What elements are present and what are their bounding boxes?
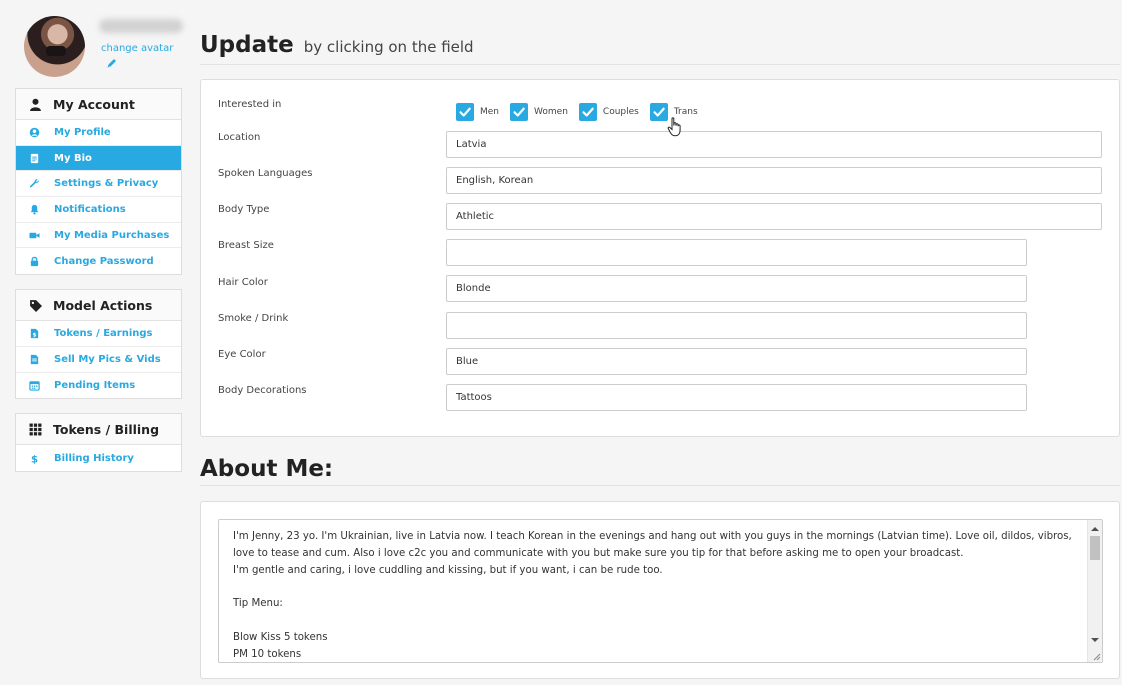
interested-in-checkboxes: Men Women Couples Trans [456,103,709,121]
profile-block: change avatar [15,10,183,88]
sidebar: change avatar My Account My Profile My Bio… [15,10,183,486]
user-icon [28,97,42,111]
spoken-languages-input[interactable] [446,167,1102,194]
body-type-input[interactable] [446,203,1102,230]
pencil-icon[interactable] [106,57,118,69]
divider [200,64,1120,65]
file-icon [29,354,40,365]
menu-group-header: Tokens / Billing [16,414,181,446]
menu-group-title: Tokens / Billing [53,421,160,437]
checkbox-label: Couples [602,107,639,117]
interested-in-label: Interested in [218,99,282,110]
spoken-languages-label: Spoken Languages [218,168,313,179]
username-blurred [99,19,183,33]
sidebar-item-my-media-purchases[interactable]: My Media Purchases [16,223,181,249]
checkbox-couples[interactable]: Couples [578,103,639,121]
textarea-scrollbar[interactable] [1087,520,1102,662]
location-label: Location [218,132,261,143]
checkbox-trans[interactable]: Trans [649,103,698,121]
bell-icon [29,204,40,215]
change-avatar-link[interactable]: change avatar [101,43,173,54]
hair-color-input[interactable] [446,275,1027,302]
menu-group-title: My Account [53,96,135,112]
checkmark-icon[interactable] [510,103,529,121]
file-dollar-icon: $ [29,328,40,339]
sidebar-item-label: My Media Purchases [54,229,170,241]
avatar[interactable] [24,16,85,77]
calendar-icon [29,380,40,391]
resize-grip-icon[interactable] [1091,651,1101,661]
dollar-icon: $ [29,453,40,463]
scroll-up-arrow-icon[interactable] [1091,527,1099,531]
video-camera-icon [29,230,40,241]
lock-icon [29,256,40,267]
sidebar-item-pending-items[interactable]: Pending Items [16,373,181,399]
eye-color-label: Eye Color [218,349,266,360]
sidebar-item-tokens-earnings[interactable]: $ Tokens / Earnings [16,321,181,347]
sidebar-item-change-password[interactable]: Change Password [16,248,181,274]
sidebar-item-label: Billing History [54,452,134,464]
body-type-label: Body Type [218,204,270,215]
sidebar-menu: My Account My Profile My Bio Settings & Pri… [15,88,182,472]
checkmark-icon[interactable] [649,103,668,121]
location-input[interactable] [446,131,1102,158]
checkmark-icon[interactable] [456,103,474,121]
about-me-text[interactable]: I'm Jenny, 23 yo. I'm Ukrainian, live in… [233,529,1081,662]
breast-size-label: Breast Size [218,240,274,251]
menu-group-header: My Account [16,89,181,120]
page-title-text: Update [200,32,294,58]
menu-group-tokens-billing: Tokens / Billing $ Billing History [15,413,182,472]
sidebar-item-notifications[interactable]: Notifications [16,197,181,223]
menu-group-model-actions: Model Actions $ Tokens / Earnings Sell My P… [15,289,182,400]
wrench-icon [29,178,40,189]
divider [200,485,1120,486]
body-decorations-label: Body Decorations [218,385,307,396]
document-icon [29,153,40,164]
sidebar-item-billing-history[interactable]: $ Billing History [16,445,181,471]
svg-text:$: $ [33,332,37,338]
smoke-drink-label: Smoke / Drink [218,313,289,324]
checkbox-men[interactable]: Men [456,103,499,121]
sidebar-item-label: My Profile [54,126,111,138]
page-subtitle: by clicking on the field [303,38,474,56]
smoke-drink-input[interactable] [446,312,1027,339]
eye-color-input[interactable] [446,348,1027,375]
menu-group-header: Model Actions [16,290,181,322]
sidebar-item-label: My Bio [54,152,92,164]
sidebar-item-my-bio[interactable]: My Bio [16,145,181,172]
body-decorations-input[interactable] [446,384,1027,411]
hair-color-label: Hair Color [218,277,268,288]
sidebar-item-label: Tokens / Earnings [54,327,153,339]
breast-size-input[interactable] [446,239,1027,266]
checkbox-label: Men [480,107,500,117]
menu-group-my-account: My Account My Profile My Bio Settings & Pri… [15,88,182,276]
sidebar-item-my-profile[interactable]: My Profile [16,120,181,146]
about-me-heading: About Me: [200,456,334,482]
sidebar-item-label: Settings & Privacy [54,178,159,190]
bio-form-panel: Interested in Men Women Couples Trans Locat… [200,79,1120,437]
sidebar-item-label: Change Password [54,255,154,267]
tag-icon [28,298,42,312]
grid-icon [28,422,42,436]
about-me-panel: I'm Jenny, 23 yo. I'm Ukrainian, live in… [200,501,1120,679]
page-title: Update by clicking on the field [200,32,474,58]
scrollbar-thumb[interactable] [1090,536,1100,560]
sidebar-item-label: Pending Items [54,379,136,391]
menu-group-title: Model Actions [53,297,153,313]
checkbox-label: Women [534,107,568,117]
sidebar-item-label: Notifications [54,203,126,215]
checkbox-label: Trans [673,107,698,117]
scroll-down-arrow-icon[interactable] [1091,638,1099,642]
sidebar-item-sell-my-pics-vids[interactable]: Sell My Pics & Vids [16,347,181,373]
svg-text:$: $ [31,454,38,463]
about-me-textarea[interactable]: I'm Jenny, 23 yo. I'm Ukrainian, live in… [218,519,1103,663]
sidebar-item-settings-privacy[interactable]: Settings & Privacy [16,171,181,198]
checkbox-women[interactable]: Women [510,103,568,121]
user-circle-icon [29,127,40,138]
checkmark-icon[interactable] [578,103,597,121]
sidebar-item-label: Sell My Pics & Vids [54,353,161,365]
